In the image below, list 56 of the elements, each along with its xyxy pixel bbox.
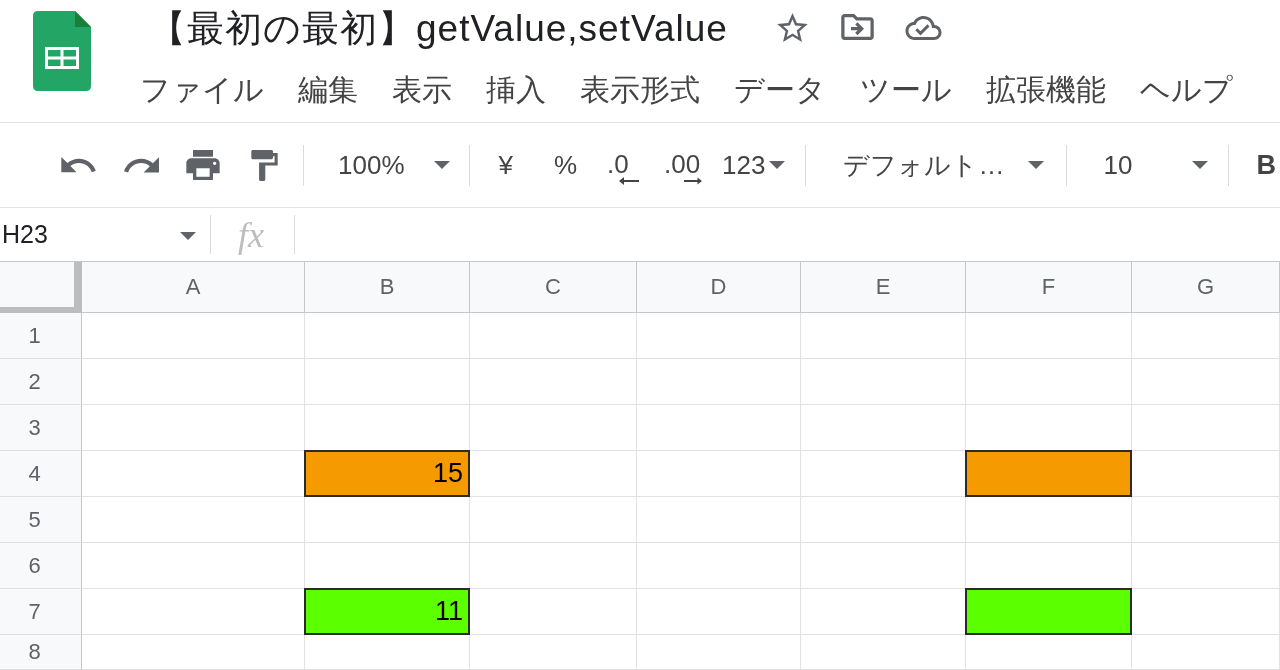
menu-item[interactable]: 表示形式: [580, 72, 700, 108]
row-header[interactable]: 5: [0, 497, 82, 543]
menu-item[interactable]: 挿入: [486, 72, 546, 108]
caret-icon: [769, 161, 786, 169]
decrease-decimal-button[interactable]: .0: [607, 145, 640, 185]
column-header[interactable]: B: [305, 262, 470, 313]
row-header[interactable]: 6: [0, 543, 82, 589]
format-button[interactable]: ¥: [498, 152, 513, 178]
left-arrow-icon: [619, 177, 640, 185]
menu-item[interactable]: ファイル: [140, 72, 264, 108]
function-label: fx: [238, 216, 264, 253]
spreadsheet-logo[interactable]: [33, 11, 91, 91]
bold-button[interactable]: B: [1256, 151, 1276, 179]
column-header[interactable]: D: [637, 262, 801, 313]
printer-icon[interactable]: [186, 150, 220, 180]
row-header[interactable]: 4: [0, 451, 82, 497]
document-title[interactable]: 【最初の最初】getValue,setValue: [149, 7, 728, 51]
menu-item[interactable]: 拡張機能: [986, 72, 1106, 108]
right-arrow-icon: [684, 177, 703, 185]
paint-roller-icon[interactable]: [251, 149, 278, 181]
name-box[interactable]: H23: [0, 208, 200, 261]
cloud-check-icon[interactable]: [904, 16, 942, 40]
menu-item[interactable]: データ: [734, 72, 826, 108]
spreadsheet-cell[interactable]: [965, 450, 1132, 497]
caret-icon: [1028, 161, 1045, 169]
select-all-corner[interactable]: [0, 262, 82, 313]
row-header[interactable]: 2: [0, 359, 82, 405]
format-dropdown[interactable]: 123: [722, 152, 786, 178]
column-header[interactable]: F: [966, 262, 1132, 313]
column-header[interactable]: C: [470, 262, 637, 313]
menu-item[interactable]: 編集: [298, 72, 358, 108]
menu-item[interactable]: ヘルプ: [1140, 72, 1233, 108]
caret-icon: [433, 161, 450, 169]
column-header[interactable]: A: [82, 262, 305, 313]
spreadsheet-cell[interactable]: [965, 588, 1132, 635]
caret-icon: [180, 231, 196, 240]
row-header[interactable]: 3: [0, 405, 82, 451]
menu-item[interactable]: 表示: [392, 72, 452, 108]
font-size-dropdown[interactable]: 10: [1103, 152, 1209, 178]
curved-left-arrow-icon[interactable]: [61, 157, 97, 173]
caret-icon: [1192, 161, 1209, 169]
spreadsheet-cell[interactable]: 11: [304, 588, 470, 635]
zoom-dropdown[interactable]: 100%: [338, 152, 450, 178]
format-button[interactable]: %: [553, 152, 578, 178]
star-icon[interactable]: [775, 12, 809, 42]
spreadsheet-cell[interactable]: 15: [304, 450, 470, 497]
row-header[interactable]: 1: [0, 313, 82, 359]
font-dropdown[interactable]: デフォルト…: [843, 152, 1045, 178]
row-header[interactable]: 7: [0, 589, 82, 635]
folder-arrow-icon[interactable]: [839, 14, 875, 40]
curved-right-arrow-icon[interactable]: [124, 157, 159, 173]
menu-item[interactable]: ツール: [860, 72, 952, 108]
increase-decimal-button[interactable]: .00: [664, 145, 703, 185]
row-header[interactable]: 8: [0, 635, 82, 670]
column-header[interactable]: G: [1132, 262, 1280, 313]
column-header[interactable]: E: [801, 262, 966, 313]
